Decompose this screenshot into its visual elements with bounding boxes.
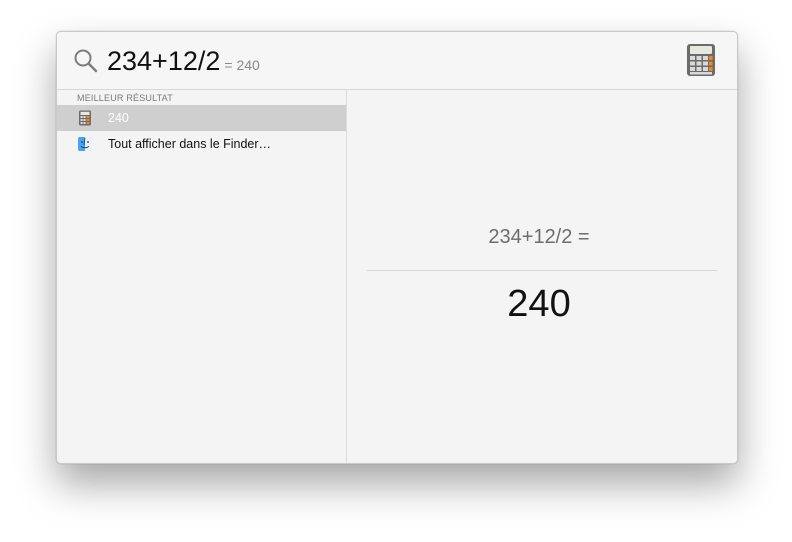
search-query[interactable]: 234+12/2	[107, 40, 220, 82]
section-title: MEILLEUR RÉSULTAT	[77, 93, 173, 103]
spotlight-window: 234+12/2 = 240 MEILLEUR RÉSULTAT 240 Tou…	[56, 31, 738, 464]
calculator-icon	[79, 110, 91, 126]
preview-pane: 234+12/2 = 240	[347, 90, 737, 463]
divider	[367, 270, 717, 271]
results-list: MEILLEUR RÉSULTAT 240 Tout afficher dans…	[57, 90, 347, 463]
result-row-finder[interactable]: Tout afficher dans le Finder…	[57, 131, 346, 157]
search-bar: 234+12/2 = 240	[57, 32, 737, 90]
search-icon	[74, 49, 98, 73]
calculation-expression: 234+12/2 =	[488, 226, 590, 248]
result-label: 240	[108, 111, 129, 125]
search-input[interactable]: 234+12/2 = 240	[107, 40, 260, 82]
result-label: Tout afficher dans le Finder…	[108, 137, 272, 151]
inline-result: = 240	[224, 57, 260, 73]
result-row-calculator[interactable]: 240	[57, 105, 346, 131]
calculator-icon	[687, 44, 715, 76]
calculation-result: 240	[507, 283, 571, 325]
finder-icon	[78, 137, 92, 151]
